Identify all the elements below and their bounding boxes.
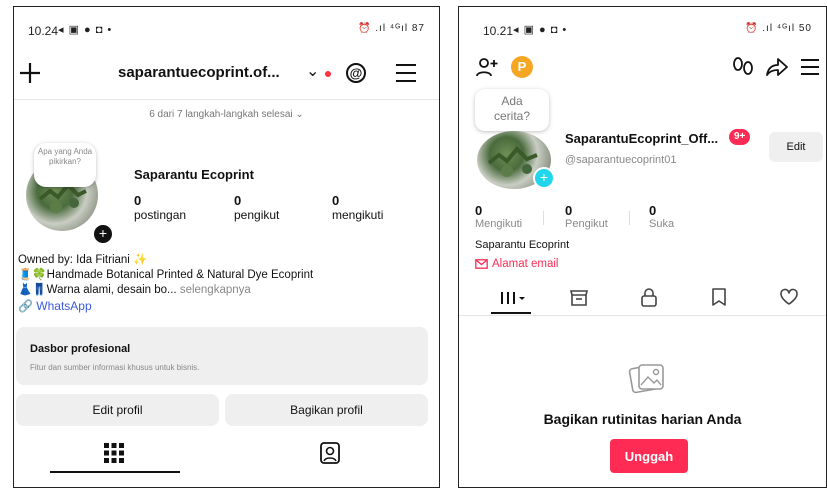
note-bubble[interactable]: Apa yang Anda pikirkan? — [34, 143, 96, 187]
shop-icon[interactable] — [569, 287, 589, 307]
bio-line: Owned by: Ida Fitriani ✨ — [18, 254, 148, 266]
stat-label: Pengikut — [565, 218, 608, 230]
divider — [14, 99, 439, 100]
status-bar: 10.24 ◂ ▣ ● ◘ • ⏰ .ıl ⁴ᴳıl 87 — [14, 7, 439, 47]
dashboard-subtitle: Fitur dan sumber informasi khusus untuk … — [30, 363, 200, 372]
status-bar: 10.21 ◂ ▣ ● ◘ • ⏰ .ıl ⁴ᴳıl 50 — [459, 7, 826, 47]
status-time: 10.24 — [28, 24, 59, 38]
menu-icon[interactable] — [394, 62, 418, 84]
profile-username: SaparantuEcoprint_Off... — [565, 131, 719, 146]
whatsapp-link: WhatsApp — [36, 299, 92, 313]
stat-value: 0 — [475, 203, 483, 218]
status-system-icons: ⏰ .ıl ⁴ᴳıl 50 — [745, 23, 812, 34]
threads-icon[interactable]: @ — [344, 61, 368, 85]
status-notification-icons: ◂ ▣ ● ◘ • — [513, 24, 568, 36]
lock-icon[interactable] — [640, 287, 658, 307]
stat-value: 0 — [332, 193, 340, 208]
heart-icon[interactable] — [779, 288, 799, 306]
display-name: Saparantu Ecoprint — [134, 167, 254, 182]
link-icon: 🔗 — [18, 299, 33, 313]
stat-label: Suka — [649, 218, 675, 230]
chevron-down-icon[interactable]: ⌄ — [306, 61, 319, 81]
instagram-screen: 10.24 ◂ ▣ ● ◘ • ⏰ .ıl ⁴ᴳıl 87 saparantue… — [13, 6, 440, 488]
empty-state-title: Bagikan rutinitas harian Anda — [543, 411, 742, 427]
upload-button[interactable]: Unggah — [610, 439, 688, 473]
add-story-icon[interactable]: + — [92, 223, 114, 245]
edit-profile-button[interactable]: Edit — [769, 132, 823, 162]
mail-icon — [475, 259, 488, 269]
link-row[interactable]: 🔗 WhatsApp — [18, 299, 92, 313]
bio: Owned by: Ida Fitriani ✨ 🧵🍀Handmade Bota… — [18, 253, 433, 298]
coin-icon[interactable]: P — [511, 56, 533, 78]
profile-username[interactable]: saparantuecoprint.of... — [118, 64, 280, 81]
stat-following[interactable]: 0 Mengikuti — [475, 203, 522, 230]
display-name: Saparantu Ecoprint — [475, 239, 570, 251]
status-system-icons: ⏰ .ıl ⁴ᴳıl 87 — [358, 23, 425, 34]
divider — [543, 211, 544, 225]
stat-label: postingan — [134, 208, 187, 222]
stat-posts[interactable]: 0 postingan — [134, 193, 186, 222]
photos-icon — [627, 359, 667, 397]
stat-label: Mengikuti — [475, 218, 523, 230]
tiktok-screen: 10.21 ◂ ▣ ● ◘ • ⏰ .ıl ⁴ᴳıl 50 P Ada ceri… — [458, 6, 827, 488]
stat-value: 0 — [234, 193, 242, 208]
stat-label: mengikuti — [332, 208, 384, 222]
stat-following[interactable]: 0 mengikuti — [332, 193, 383, 222]
stat-value: 0 — [134, 193, 142, 208]
menu-icon[interactable] — [799, 57, 821, 77]
status-notification-icons: ◂ ▣ ● ◘ • — [58, 24, 113, 36]
edit-profile-button[interactable]: Edit profil — [16, 394, 219, 426]
professional-dashboard[interactable]: Dasbor profesional Fitur dan sumber info… — [16, 327, 428, 385]
notification-dot — [325, 71, 331, 77]
add-friend-icon[interactable] — [475, 55, 499, 79]
profile-handle: @saparantuecoprint01 — [565, 154, 677, 166]
tagged-icon[interactable] — [319, 441, 341, 465]
stat-followers[interactable]: 0 Pengikut — [565, 203, 608, 230]
share-profile-button[interactable]: Bagikan profil — [225, 394, 428, 426]
grid-icon[interactable] — [103, 442, 125, 464]
bio-more-link[interactable]: selengkapnya — [180, 284, 251, 296]
stat-value: 0 — [565, 203, 573, 218]
dashboard-title: Dasbor profesional — [30, 343, 131, 355]
add-story-icon[interactable]: + — [533, 167, 555, 189]
note-bubble[interactable]: Ada cerita? — [475, 89, 549, 131]
stat-likes[interactable]: 0 Suka — [649, 203, 674, 230]
videos-tab-icon[interactable] — [499, 289, 527, 307]
footprint-icon[interactable] — [731, 56, 755, 78]
stat-label: pengikut — [234, 208, 280, 222]
profile-progress[interactable]: 6 dari 7 langkah-langkah selesai ⌄ — [14, 109, 439, 120]
status-time: 10.21 — [483, 24, 514, 38]
svg-text:@: @ — [350, 66, 363, 81]
divider — [629, 211, 630, 225]
bio-line: 👗👖Warna alami, desain bo... — [18, 284, 177, 296]
stat-followers[interactable]: 0 pengikut — [234, 193, 279, 222]
bookmark-icon[interactable] — [711, 287, 727, 307]
active-tab-indicator — [491, 312, 531, 314]
stat-value: 0 — [649, 203, 657, 218]
notification-badge: 9+ — [729, 129, 751, 145]
plus-icon[interactable] — [16, 59, 44, 87]
progress-text: 6 dari 7 langkah-langkah selesai — [149, 109, 293, 120]
bio-line: 🧵🍀Handmade Botanical Printed & Natural D… — [18, 269, 314, 281]
share-icon[interactable] — [765, 56, 789, 78]
email-label: Alamat email — [492, 258, 559, 270]
divider — [459, 315, 826, 316]
email-link[interactable]: Alamat email — [475, 258, 558, 270]
chevron-down-icon: ⌄ — [295, 109, 304, 120]
active-tab-indicator — [50, 471, 180, 473]
